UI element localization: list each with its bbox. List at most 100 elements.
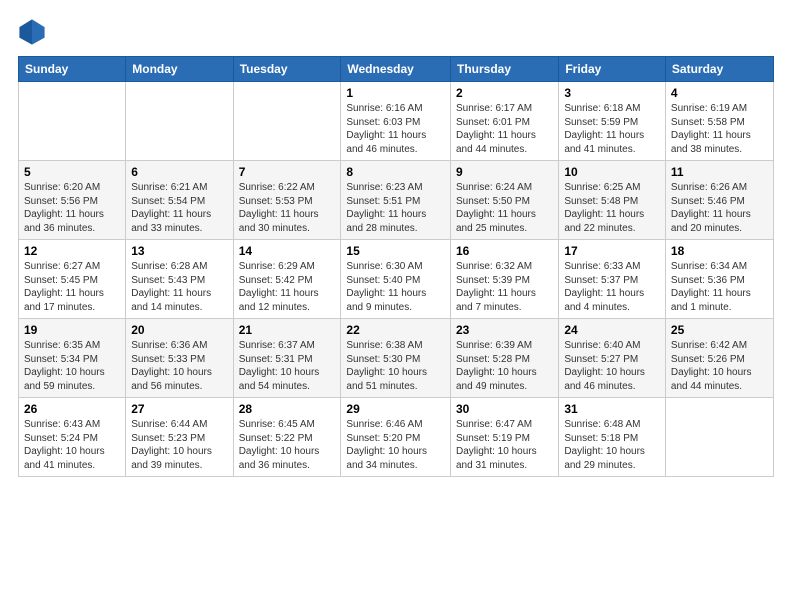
- day-number: 25: [671, 323, 768, 337]
- header-day-sunday: Sunday: [19, 57, 126, 82]
- empty-cell: [19, 82, 126, 161]
- day-number: 9: [456, 165, 553, 179]
- day-info: Sunrise: 6:48 AMSunset: 5:18 PMDaylight:…: [564, 418, 660, 472]
- day-info: Sunrise: 6:32 AMSunset: 5:39 PMDaylight:…: [456, 260, 553, 314]
- day-cell-31: 31 Sunrise: 6:48 AMSunset: 5:18 PMDayligh…: [559, 398, 666, 477]
- calendar-table: SundayMondayTuesdayWednesdayThursdayFrid…: [18, 56, 774, 477]
- day-cell-2: 2 Sunrise: 6:17 AMSunset: 6:01 PMDaylight…: [450, 82, 558, 161]
- empty-cell: [233, 82, 341, 161]
- day-info: Sunrise: 6:24 AMSunset: 5:50 PMDaylight:…: [456, 181, 553, 235]
- day-number: 19: [24, 323, 120, 337]
- day-info: Sunrise: 6:25 AMSunset: 5:48 PMDaylight:…: [564, 181, 660, 235]
- day-cell-30: 30 Sunrise: 6:47 AMSunset: 5:19 PMDayligh…: [450, 398, 558, 477]
- day-cell-15: 15 Sunrise: 6:30 AMSunset: 5:40 PMDayligh…: [341, 240, 451, 319]
- day-info: Sunrise: 6:19 AMSunset: 5:58 PMDaylight:…: [671, 102, 768, 156]
- day-cell-10: 10Sunrise: 6:25 AMSunset: 5:48 PMDayligh…: [559, 161, 666, 240]
- day-info: Sunrise: 6:22 AMSunset: 5:53 PMDaylight:…: [239, 181, 336, 235]
- week-row-4: 19 Sunrise: 6:35 AMSunset: 5:34 PMDayligh…: [19, 319, 774, 398]
- day-number: 2: [456, 86, 553, 100]
- day-number: 1: [346, 86, 445, 100]
- header-day-wednesday: Wednesday: [341, 57, 451, 82]
- day-info: Sunrise: 6:28 AMSunset: 5:43 PMDaylight:…: [131, 260, 227, 314]
- day-number: 7: [239, 165, 336, 179]
- day-number: 14: [239, 244, 336, 258]
- day-info: Sunrise: 6:38 AMSunset: 5:30 PMDaylight:…: [346, 339, 445, 393]
- day-number: 11: [671, 165, 768, 179]
- day-info: Sunrise: 6:39 AMSunset: 5:28 PMDaylight:…: [456, 339, 553, 393]
- day-info: Sunrise: 6:30 AMSunset: 5:40 PMDaylight:…: [346, 260, 445, 314]
- day-cell-24: 24 Sunrise: 6:40 AMSunset: 5:27 PMDayligh…: [559, 319, 666, 398]
- day-number: 31: [564, 402, 660, 416]
- day-cell-20: 20Sunrise: 6:36 AMSunset: 5:33 PMDayligh…: [126, 319, 233, 398]
- day-cell-18: 18 Sunrise: 6:34 AMSunset: 5:36 PMDayligh…: [665, 240, 773, 319]
- day-number: 6: [131, 165, 227, 179]
- day-info: Sunrise: 6:21 AMSunset: 5:54 PMDaylight:…: [131, 181, 227, 235]
- day-info: Sunrise: 6:27 AMSunset: 5:45 PMDaylight:…: [24, 260, 120, 314]
- day-cell-21: 21Sunrise: 6:37 AMSunset: 5:31 PMDayligh…: [233, 319, 341, 398]
- header-day-saturday: Saturday: [665, 57, 773, 82]
- day-number: 18: [671, 244, 768, 258]
- day-number: 22: [346, 323, 445, 337]
- day-number: 8: [346, 165, 445, 179]
- day-number: 24: [564, 323, 660, 337]
- day-number: 28: [239, 402, 336, 416]
- day-number: 27: [131, 402, 227, 416]
- day-info: Sunrise: 6:35 AMSunset: 5:34 PMDaylight:…: [24, 339, 120, 393]
- day-cell-4: 4 Sunrise: 6:19 AMSunset: 5:58 PMDaylight…: [665, 82, 773, 161]
- day-info: Sunrise: 6:40 AMSunset: 5:27 PMDaylight:…: [564, 339, 660, 393]
- day-info: Sunrise: 6:23 AMSunset: 5:51 PMDaylight:…: [346, 181, 445, 235]
- logo-icon: [18, 18, 46, 46]
- day-cell-3: 3Sunrise: 6:18 AMSunset: 5:59 PMDaylight…: [559, 82, 666, 161]
- calendar-header: SundayMondayTuesdayWednesdayThursdayFrid…: [19, 57, 774, 82]
- day-number: 5: [24, 165, 120, 179]
- header: [18, 18, 774, 46]
- day-info: Sunrise: 6:46 AMSunset: 5:20 PMDaylight:…: [346, 418, 445, 472]
- day-number: 23: [456, 323, 553, 337]
- day-number: 30: [456, 402, 553, 416]
- day-number: 12: [24, 244, 120, 258]
- empty-cell: [665, 398, 773, 477]
- day-info: Sunrise: 6:43 AMSunset: 5:24 PMDaylight:…: [24, 418, 120, 472]
- day-cell-9: 9 Sunrise: 6:24 AMSunset: 5:50 PMDaylight…: [450, 161, 558, 240]
- day-info: Sunrise: 6:36 AMSunset: 5:33 PMDaylight:…: [131, 339, 227, 393]
- day-number: 3: [564, 86, 660, 100]
- header-day-tuesday: Tuesday: [233, 57, 341, 82]
- day-cell-7: 7 Sunrise: 6:22 AMSunset: 5:53 PMDaylight…: [233, 161, 341, 240]
- day-cell-14: 14 Sunrise: 6:29 AMSunset: 5:42 PMDayligh…: [233, 240, 341, 319]
- week-row-2: 5 Sunrise: 6:20 AMSunset: 5:56 PMDaylight…: [19, 161, 774, 240]
- header-day-monday: Monday: [126, 57, 233, 82]
- day-cell-27: 27Sunrise: 6:44 AMSunset: 5:23 PMDayligh…: [126, 398, 233, 477]
- header-row: SundayMondayTuesdayWednesdayThursdayFrid…: [19, 57, 774, 82]
- day-info: Sunrise: 6:42 AMSunset: 5:26 PMDaylight:…: [671, 339, 768, 393]
- day-cell-26: 26Sunrise: 6:43 AMSunset: 5:24 PMDayligh…: [19, 398, 126, 477]
- day-cell-8: 8 Sunrise: 6:23 AMSunset: 5:51 PMDaylight…: [341, 161, 451, 240]
- day-cell-12: 12 Sunrise: 6:27 AMSunset: 5:45 PMDayligh…: [19, 240, 126, 319]
- header-day-friday: Friday: [559, 57, 666, 82]
- week-row-5: 26Sunrise: 6:43 AMSunset: 5:24 PMDayligh…: [19, 398, 774, 477]
- calendar-body: 1Sunrise: 6:16 AMSunset: 6:03 PMDaylight…: [19, 82, 774, 477]
- day-number: 21: [239, 323, 336, 337]
- day-cell-6: 6 Sunrise: 6:21 AMSunset: 5:54 PMDaylight…: [126, 161, 233, 240]
- day-cell-17: 17Sunrise: 6:33 AMSunset: 5:37 PMDayligh…: [559, 240, 666, 319]
- day-cell-1: 1Sunrise: 6:16 AMSunset: 6:03 PMDaylight…: [341, 82, 451, 161]
- day-number: 4: [671, 86, 768, 100]
- week-row-3: 12 Sunrise: 6:27 AMSunset: 5:45 PMDayligh…: [19, 240, 774, 319]
- day-info: Sunrise: 6:29 AMSunset: 5:42 PMDaylight:…: [239, 260, 336, 314]
- day-number: 29: [346, 402, 445, 416]
- day-cell-5: 5 Sunrise: 6:20 AMSunset: 5:56 PMDaylight…: [19, 161, 126, 240]
- day-info: Sunrise: 6:47 AMSunset: 5:19 PMDaylight:…: [456, 418, 553, 472]
- day-cell-25: 25 Sunrise: 6:42 AMSunset: 5:26 PMDayligh…: [665, 319, 773, 398]
- week-row-1: 1Sunrise: 6:16 AMSunset: 6:03 PMDaylight…: [19, 82, 774, 161]
- day-cell-16: 16Sunrise: 6:32 AMSunset: 5:39 PMDayligh…: [450, 240, 558, 319]
- day-number: 15: [346, 244, 445, 258]
- day-cell-28: 28Sunrise: 6:45 AMSunset: 5:22 PMDayligh…: [233, 398, 341, 477]
- day-cell-22: 22 Sunrise: 6:38 AMSunset: 5:30 PMDayligh…: [341, 319, 451, 398]
- logo: [18, 18, 50, 46]
- day-info: Sunrise: 6:17 AMSunset: 6:01 PMDaylight:…: [456, 102, 553, 156]
- day-cell-19: 19 Sunrise: 6:35 AMSunset: 5:34 PMDayligh…: [19, 319, 126, 398]
- day-cell-29: 29 Sunrise: 6:46 AMSunset: 5:20 PMDayligh…: [341, 398, 451, 477]
- day-info: Sunrise: 6:26 AMSunset: 5:46 PMDaylight:…: [671, 181, 768, 235]
- header-day-thursday: Thursday: [450, 57, 558, 82]
- day-info: Sunrise: 6:20 AMSunset: 5:56 PMDaylight:…: [24, 181, 120, 235]
- day-info: Sunrise: 6:34 AMSunset: 5:36 PMDaylight:…: [671, 260, 768, 314]
